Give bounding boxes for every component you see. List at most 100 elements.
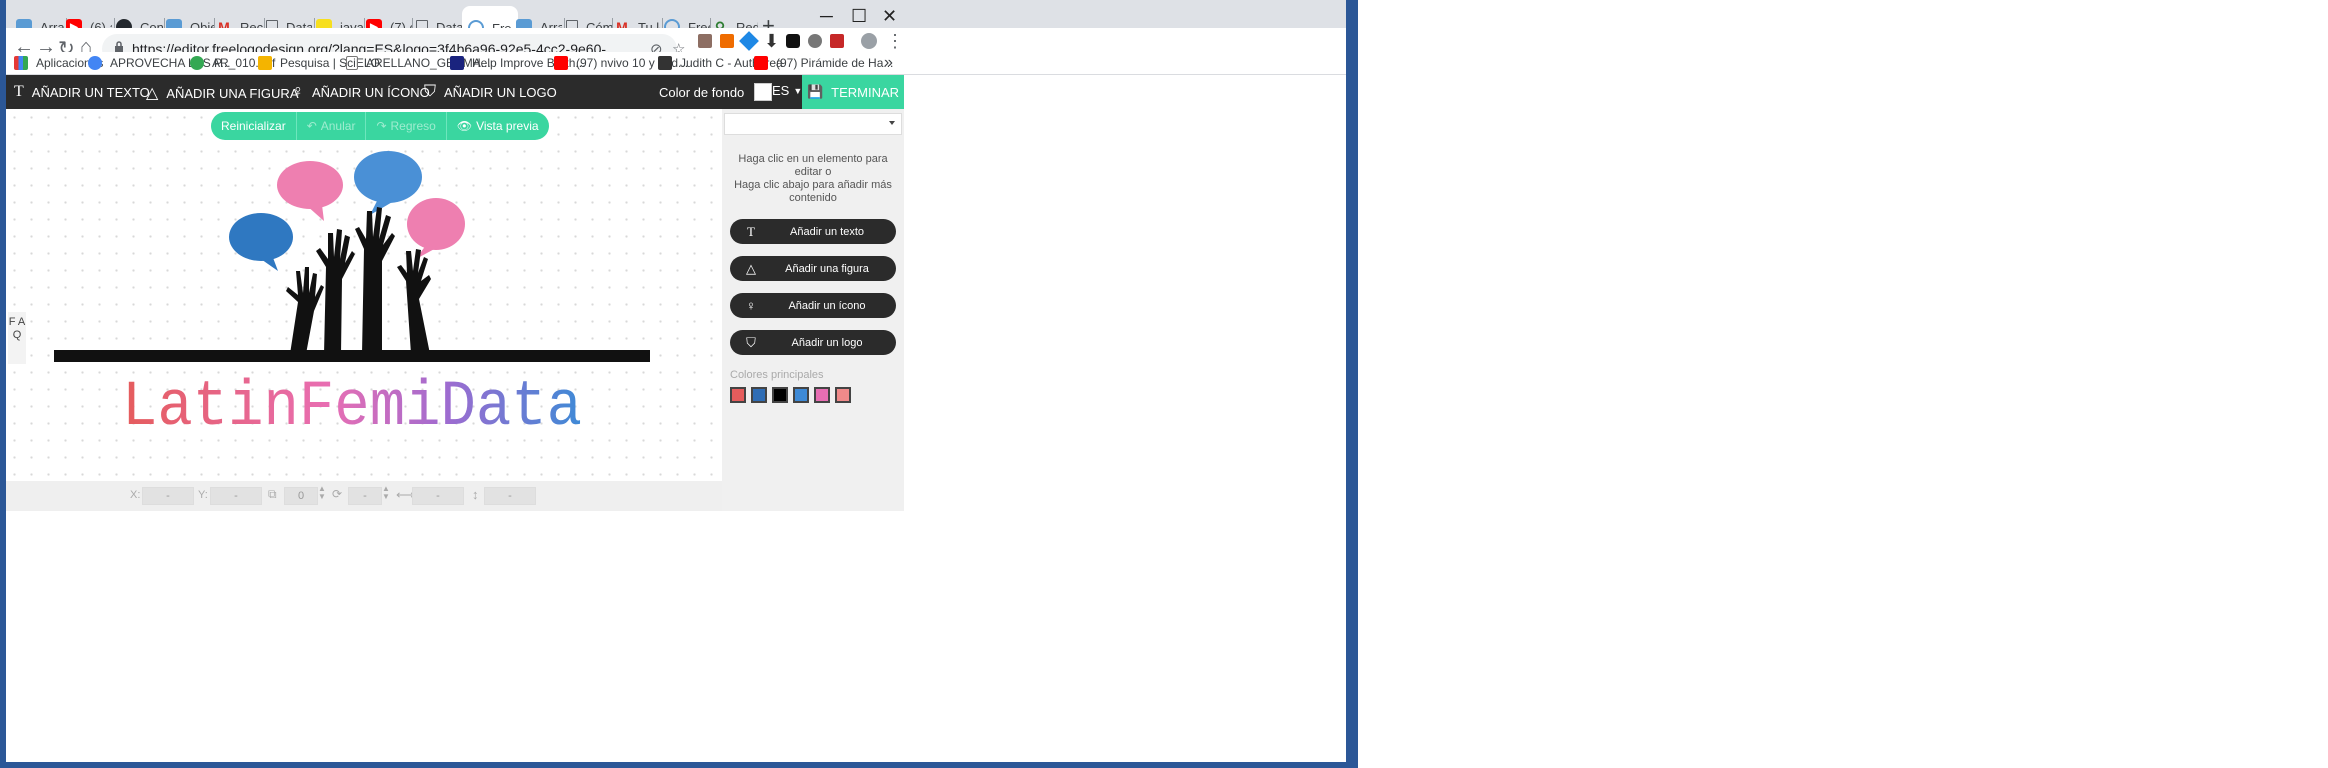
logo-artwork[interactable]: LatinFemiData bbox=[6, 109, 722, 481]
bookmarks-bar: Aplicaciones APROVECHA LAS P... AR_010.p… bbox=[6, 52, 1346, 75]
height-input[interactable]: - bbox=[484, 487, 536, 505]
speech-bubble bbox=[407, 198, 465, 250]
preview-label: Vista previa bbox=[476, 119, 539, 133]
close-window-button[interactable]: ✕ bbox=[882, 6, 897, 27]
text-icon: T bbox=[747, 223, 755, 239]
stepper-arrows-icon[interactable]: ▲ ▼ bbox=[382, 485, 390, 501]
x-input[interactable]: - bbox=[142, 487, 194, 505]
element-select[interactable] bbox=[724, 113, 902, 135]
panel-add-icon-label: Añadir un ícono bbox=[788, 299, 866, 312]
add-icon-button[interactable]: ♀ AÑADIR UN ÍCONO bbox=[292, 83, 430, 101]
bookmark-9[interactable]: (97) Pirámide de Ha... bbox=[754, 56, 893, 70]
extension-icon[interactable] bbox=[830, 34, 844, 48]
color-swatch[interactable] bbox=[772, 387, 788, 403]
undo-button[interactable]: ↶ Anular bbox=[297, 112, 367, 140]
y-label: Y: bbox=[198, 489, 208, 501]
undo-label: Anular bbox=[320, 119, 356, 133]
extension-icon[interactable] bbox=[720, 34, 734, 48]
layer-input[interactable]: 0 bbox=[284, 487, 318, 505]
reset-button[interactable]: Reinicializar bbox=[211, 112, 297, 140]
editor-top-bar: T AÑADIR UN TEXTO △ AÑADIR UNA FIGURA ♀ AÑA… bbox=[6, 75, 904, 109]
add-text-button[interactable]: T AÑADIR UN TEXTO bbox=[14, 83, 150, 101]
caret-down-icon: ▼ bbox=[793, 85, 803, 96]
minimize-button[interactable]: ─ bbox=[820, 6, 833, 27]
background-color-control[interactable]: Color de fondo bbox=[659, 83, 773, 101]
speech-bubble bbox=[354, 151, 422, 203]
panel-add-logo-button[interactable]: ⛉ Añadir un logo bbox=[730, 330, 896, 355]
color-swatch[interactable] bbox=[835, 387, 851, 403]
finish-button[interactable]: 💾 TERMINAR bbox=[802, 75, 904, 109]
rotation-input[interactable]: - bbox=[348, 487, 382, 505]
youtube-icon bbox=[754, 56, 768, 70]
bookmark-label: (97) Pirámide de Ha... bbox=[776, 56, 894, 70]
rotate-icon: ⟳ bbox=[332, 487, 343, 501]
document-icon bbox=[346, 56, 358, 70]
main-colors-label: Colores principales bbox=[730, 369, 824, 381]
width-input[interactable]: - bbox=[412, 487, 464, 505]
design-canvas[interactable]: LatinFemiData bbox=[6, 109, 722, 481]
faq-tab[interactable]: F A Q bbox=[8, 312, 26, 364]
faq-label: F A Q bbox=[8, 316, 26, 341]
scielo-icon bbox=[258, 56, 272, 70]
logo-text: LatinFemiData bbox=[122, 372, 582, 444]
profile-avatar[interactable] bbox=[861, 33, 877, 49]
speech-bubble bbox=[277, 161, 343, 209]
redo-label: Regreso bbox=[390, 119, 436, 133]
reset-label: Reinicializar bbox=[221, 119, 286, 133]
language-label: ES bbox=[772, 83, 790, 98]
menu-kebab-icon[interactable]: ⋮ bbox=[886, 31, 904, 52]
triangle-icon: △ bbox=[146, 85, 159, 102]
logo-base-bar bbox=[54, 350, 650, 362]
undo-icon: ↶ bbox=[306, 119, 317, 133]
add-shape-label: AÑADIR UNA FIGURA bbox=[166, 85, 299, 101]
hint-line-2: Haga clic abajo para añadir más contenid… bbox=[734, 179, 892, 204]
eye-icon: 👁 bbox=[456, 119, 473, 133]
browser-window: Array ▶(6) arr Contri Objec MRecibi Data… bbox=[0, 0, 1358, 768]
finish-label: TERMINAR bbox=[831, 84, 900, 100]
color-swatch[interactable] bbox=[814, 387, 830, 403]
triangle-icon: △ bbox=[746, 260, 756, 276]
add-text-label: AÑADIR UN TEXTO bbox=[31, 84, 150, 100]
color-swatch[interactable] bbox=[751, 387, 767, 403]
add-logo-button[interactable]: ⛉ AÑADIR UN LOGO bbox=[424, 83, 557, 101]
caret-down-icon bbox=[889, 121, 895, 125]
side-panel: Haga clic en un elemento para editar o H… bbox=[722, 109, 904, 511]
panel-add-icon-button[interactable]: ♀ Añadir un ícono bbox=[730, 293, 896, 318]
panel-add-logo-label: Añadir un logo bbox=[791, 336, 863, 349]
extension-icon[interactable] bbox=[739, 31, 759, 51]
lightbulb-icon: ♀ bbox=[746, 298, 756, 313]
panel-add-shape-button[interactable]: △ Añadir una figura bbox=[730, 256, 896, 281]
authorea-icon bbox=[658, 56, 672, 70]
redo-icon: ↷ bbox=[376, 119, 387, 133]
bg-color-swatch[interactable] bbox=[754, 83, 773, 101]
stepper-arrows-icon[interactable]: ▲ ▼ bbox=[318, 485, 326, 501]
panel-add-shape-label: Añadir una figura bbox=[785, 262, 869, 275]
redo-button[interactable]: ↷ Regreso bbox=[366, 112, 447, 140]
color-swatch[interactable] bbox=[730, 387, 746, 403]
hint-line-1: Haga clic en un elemento para editar o bbox=[738, 153, 888, 178]
add-shape-button[interactable]: △ AÑADIR UNA FIGURA bbox=[146, 83, 299, 103]
panel-add-text-button[interactable]: T Añadir un texto bbox=[730, 219, 896, 244]
property-bar: X: - Y: - ⧉ 0 ▲ ▼ ⟳ - ▲ ▼ ⟷ - ↕ - bbox=[6, 481, 722, 511]
layers-icon: ⧉ bbox=[268, 487, 277, 501]
maximize-button[interactable]: ☐ bbox=[851, 6, 867, 27]
canvas-controls: Reinicializar ↶ Anular ↷ Regreso 👁 Vista pr… bbox=[211, 112, 549, 140]
brother-icon bbox=[450, 56, 464, 70]
speech-bubble bbox=[229, 213, 293, 261]
bookmarks-overflow[interactable]: » bbox=[884, 54, 893, 72]
shield-icon: ⛉ bbox=[746, 334, 756, 350]
extension-icon[interactable] bbox=[698, 34, 712, 48]
extension-icon[interactable] bbox=[808, 34, 822, 48]
google-icon bbox=[88, 56, 102, 70]
y-input[interactable]: - bbox=[210, 487, 262, 505]
extension-icon[interactable] bbox=[786, 34, 800, 48]
language-select[interactable]: ES ▼ bbox=[772, 83, 802, 98]
save-icon: 💾 bbox=[806, 84, 824, 99]
bg-color-label: Color de fondo bbox=[659, 84, 745, 100]
color-swatch[interactable] bbox=[793, 387, 809, 403]
download-icon[interactable]: ⬇ bbox=[764, 31, 779, 52]
shield-icon: ⛉ bbox=[424, 83, 437, 100]
panel-add-text-label: Añadir un texto bbox=[790, 225, 864, 238]
preview-button[interactable]: 👁 Vista previa bbox=[447, 112, 549, 140]
browser-frame: Array ▶(6) arr Contri Objec MRecibi Data… bbox=[6, 0, 1346, 762]
